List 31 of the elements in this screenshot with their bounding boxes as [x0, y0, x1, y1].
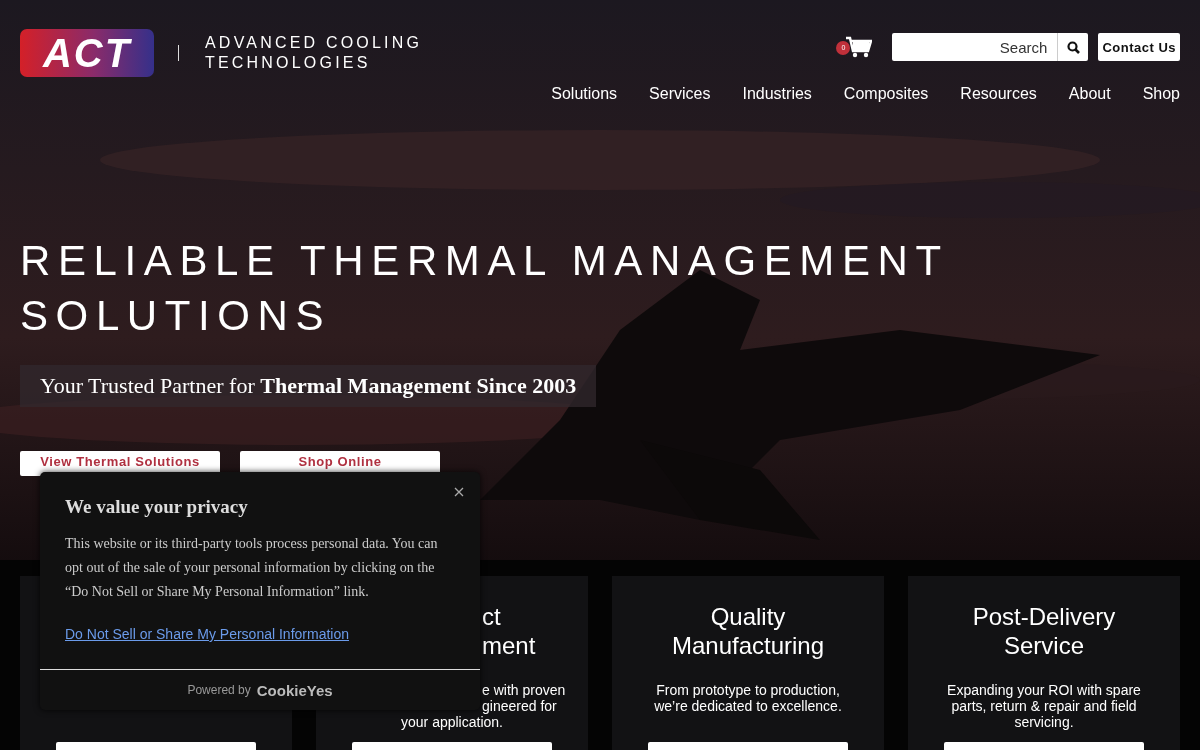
powered-by-text: Powered by	[187, 683, 251, 697]
card-text: your application.	[400, 714, 504, 730]
hero-title: RELIABLE THERMAL MANAGEMENT SOLUTIONS	[20, 236, 949, 341]
search-field[interactable]: Search	[892, 33, 1058, 61]
card-text: Expanding your ROI with spare	[946, 682, 1142, 698]
nav-link[interactable]: About	[1036, 85, 1111, 103]
cookie-text: This website or its third-party tools process personal data. You can opt out of the sale of your personal information by clicking on the “Do Not Sell or Share My Personal Information” link.	[65, 535, 439, 601]
card-text: we’re dedicated to excellence.	[653, 698, 843, 714]
company-name: ADVANCED COOLING TECHNOLOGIES	[205, 33, 423, 73]
nav-link[interactable]: Industries	[710, 85, 812, 103]
do-not-sell-link[interactable]: Do Not Sell or Share My Personal Information	[65, 626, 349, 642]
card-text: From prototype to production,	[655, 682, 841, 698]
search-icon[interactable]	[1057, 33, 1089, 61]
nav-link[interactable]: Composites	[811, 85, 929, 103]
contact-button[interactable]: Contact Us	[1098, 33, 1180, 61]
cookie-title: We value your privacy	[65, 496, 249, 518]
card-title: Quality	[709, 602, 787, 631]
nav-link[interactable]: Resources	[928, 85, 1037, 103]
card-text: gineered for	[481, 698, 558, 714]
nav-link[interactable]: Services	[617, 85, 711, 103]
card-title: ct	[481, 602, 502, 631]
cookieyes-logo[interactable]: CookieYes	[256, 681, 333, 699]
card-text: parts, return & repair and field	[950, 698, 1138, 714]
logo[interactable]: ACT	[20, 29, 154, 77]
card-title: Manufacturing	[670, 631, 826, 660]
card-text: servicing.	[1013, 714, 1075, 730]
hero-subtitle: Your Trusted Partner for Thermal Management Since 2003	[20, 365, 597, 407]
card-title: Service	[1003, 631, 1085, 660]
nav-link[interactable]: Solutions	[519, 85, 618, 103]
card-title: Post-Delivery	[971, 602, 1117, 631]
nav-link[interactable]: Shop	[1110, 85, 1180, 103]
